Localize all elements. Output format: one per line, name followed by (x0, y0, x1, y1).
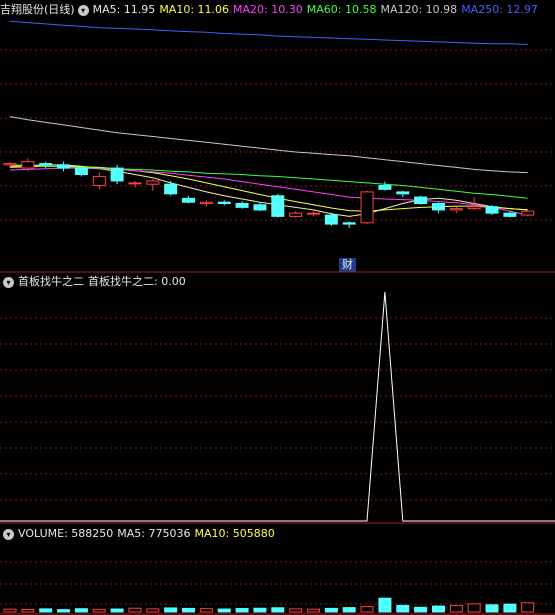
candle-body (235, 202, 249, 208)
volume-bar (128, 607, 142, 613)
volume-bar (21, 608, 35, 613)
candle-body (289, 212, 303, 217)
candle-body (306, 212, 320, 215)
candle-body (92, 175, 106, 186)
volume-bar (360, 606, 374, 613)
ma-line-ma120 (9, 116, 528, 174)
ma-line-ma20 (9, 167, 528, 216)
candle-body (503, 212, 517, 217)
volume-bar (521, 602, 535, 613)
volume-bar (485, 604, 499, 613)
volume-bar (199, 608, 213, 613)
volume-bar (306, 608, 320, 613)
candle-body (271, 195, 285, 217)
candle-body (431, 202, 445, 211)
volume-bar (74, 608, 88, 613)
volume-bar (57, 609, 71, 613)
volume-bar (396, 604, 410, 613)
ma-line-ma250 (9, 20, 528, 45)
volume-bar (378, 597, 392, 613)
volume-bar (414, 606, 428, 613)
candle-body (110, 167, 124, 182)
candle-body (378, 184, 392, 190)
candle-body (21, 161, 35, 169)
volume-bar (3, 608, 17, 613)
candle-body (253, 204, 267, 211)
candle-body (324, 214, 338, 225)
candle-body (467, 206, 481, 210)
volume-bar (146, 608, 160, 613)
candle-body (182, 197, 196, 203)
candle-body (39, 163, 53, 166)
candle-body (449, 208, 463, 211)
volume-bar (92, 608, 106, 613)
volume-bar (324, 607, 338, 613)
volume-bar (503, 603, 517, 613)
indicator-line (0, 291, 555, 522)
candle-body (396, 191, 410, 195)
candle-body (3, 163, 17, 166)
volume-bar (271, 607, 285, 613)
candle-body (199, 201, 213, 204)
candle-body (342, 222, 356, 225)
volume-bar (289, 608, 303, 613)
stock-chart[interactable] (0, 0, 555, 615)
volume-bar (431, 605, 445, 613)
volume-bar (39, 608, 53, 613)
candle-body (164, 183, 178, 195)
candle-body (146, 180, 160, 185)
candle-body (414, 196, 428, 204)
candle-body (521, 210, 535, 216)
volume-bar (449, 604, 463, 613)
volume-bar (235, 608, 249, 613)
volume-bar (182, 607, 196, 613)
candle-body (360, 191, 374, 224)
volume-bar (110, 608, 124, 613)
candle-body (217, 201, 231, 204)
candle-body (57, 164, 71, 169)
candle-body (485, 206, 499, 214)
candle-body (74, 167, 88, 176)
volume-bar (253, 607, 267, 613)
volume-bar (164, 607, 178, 613)
volume-bar (217, 608, 231, 613)
volume-bar (467, 603, 481, 613)
volume-bar (342, 607, 356, 613)
candle-body (128, 182, 142, 185)
